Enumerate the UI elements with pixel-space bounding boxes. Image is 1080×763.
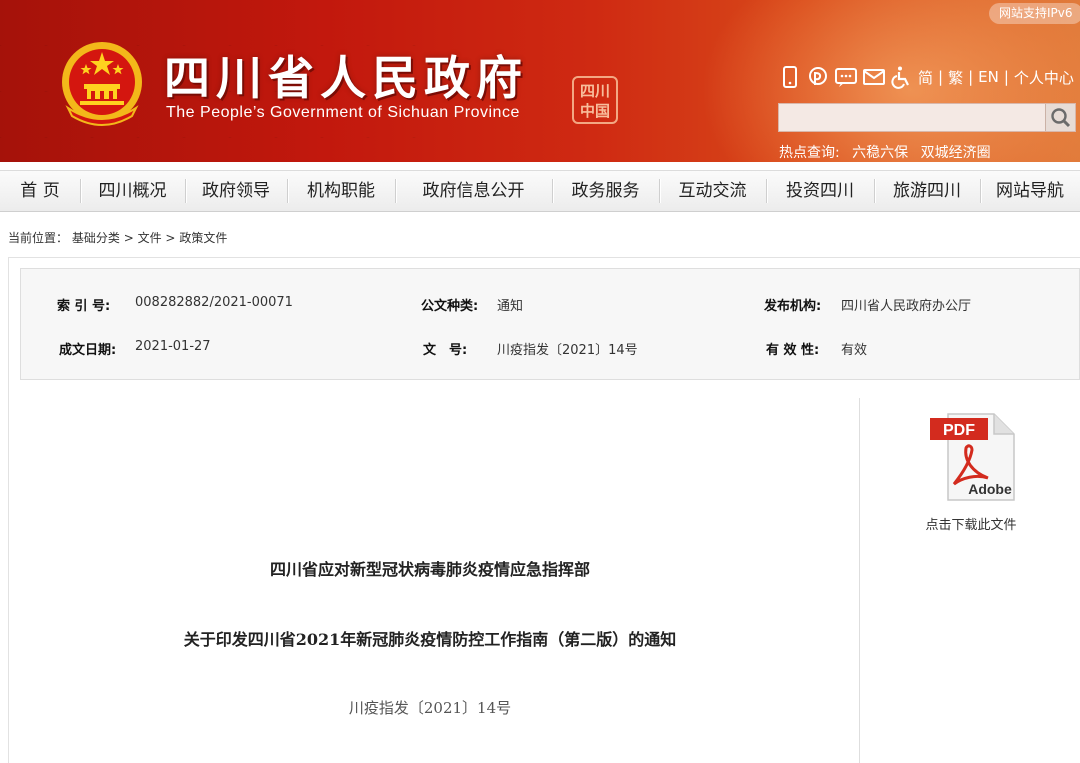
- personal-center-link[interactable]: 个人中心: [1014, 67, 1074, 88]
- main-nav: 首 页 四川概况 政府领导 机构职能 政府信息公开 政务服务 互动交流 投资四川…: [0, 170, 1080, 212]
- meta-issuer-value: 四川省人民政府办公厅: [841, 299, 972, 314]
- mail-icon[interactable]: [862, 65, 886, 89]
- accessibility-icon[interactable]: [890, 65, 914, 89]
- breadcrumb-separator: >: [123, 231, 134, 245]
- nav-item-services[interactable]: 政务服务: [552, 170, 659, 212]
- meta-issuer-label: 发布机构:: [764, 299, 822, 314]
- column-divider: [859, 398, 860, 763]
- wechat-icon[interactable]: [834, 65, 858, 89]
- meta-type-value: 通知: [497, 299, 524, 314]
- adobe-brand-text: Adobe: [968, 481, 1012, 497]
- site-title-en: The People’s Government of Sichuan Provi…: [166, 104, 520, 121]
- separator: |: [938, 68, 944, 86]
- weibo-icon[interactable]: [806, 65, 830, 89]
- search-input[interactable]: [779, 104, 1047, 131]
- breadcrumb-item[interactable]: 文件: [138, 231, 162, 245]
- breadcrumb-separator: >: [165, 231, 176, 245]
- lang-traditional-link[interactable]: 繁: [948, 67, 963, 88]
- document-number: 川疫指发〔2021〕14号: [348, 699, 512, 717]
- search-icon: [1051, 108, 1071, 128]
- site-title-cn: 四川省人民政府: [164, 51, 528, 105]
- site-header: 四川省人民政府 The People’s Government of Sichu…: [0, 0, 1080, 162]
- nav-item-tourism[interactable]: 旅游四川: [874, 170, 980, 212]
- meta-validity-label: 有 效 性:: [766, 343, 820, 358]
- meta-docno-label: 文 号:: [423, 343, 468, 358]
- separator: |: [968, 68, 974, 86]
- lang-simplified-link[interactable]: 简: [918, 67, 933, 88]
- search-box: [778, 103, 1076, 132]
- lang-en-link[interactable]: EN: [978, 68, 999, 86]
- nav-item-sitemap[interactable]: 网站导航: [980, 170, 1080, 212]
- nav-item-functions[interactable]: 机构职能: [287, 170, 395, 212]
- breadcrumb-item[interactable]: 政策文件: [179, 231, 227, 245]
- nav-item-invest[interactable]: 投资四川: [766, 170, 874, 212]
- document-meta-table: 索 引 号: 008282882/2021-00071 公文种类: 通知 发布机…: [20, 268, 1080, 380]
- hot-search: 热点查询: 六稳六保 双城经济圈: [779, 142, 999, 162]
- breadcrumb: 当前位置： 基础分类 > 文件 > 政策文件: [8, 229, 227, 246]
- ipv6-badge: 网站支持IPv6: [989, 3, 1080, 24]
- breadcrumb-item[interactable]: 基础分类: [72, 231, 120, 245]
- mobile-icon[interactable]: [778, 65, 802, 89]
- hot-link[interactable]: 六稳六保: [852, 145, 908, 161]
- meta-validity-value: 有效: [841, 343, 868, 358]
- separator: |: [1003, 68, 1009, 86]
- nav-item-interaction[interactable]: 互动交流: [659, 170, 766, 212]
- nav-item-home[interactable]: 首 页: [0, 170, 80, 212]
- seal-stamp: 四川 中国: [572, 76, 618, 124]
- national-emblem-icon: [58, 38, 146, 130]
- nav-item-overview[interactable]: 四川概况: [80, 170, 185, 212]
- pdf-badge-text: PDF: [943, 422, 975, 439]
- nav-item-leaders[interactable]: 政府领导: [185, 170, 287, 212]
- meta-date-label: 成文日期:: [59, 343, 117, 358]
- meta-type-label: 公文种类:: [421, 299, 479, 314]
- pdf-download-link[interactable]: 点击下载此文件: [900, 514, 1042, 533]
- meta-index-value: 008282882/2021-00071: [135, 295, 293, 310]
- pdf-download-icon[interactable]: PDF Adobe: [928, 412, 1016, 502]
- breadcrumb-prefix: 当前位置：: [8, 231, 69, 245]
- meta-date-value: 2021-01-27: [135, 339, 211, 354]
- hot-link[interactable]: 双城经济圈: [921, 145, 991, 161]
- header-tools: 简 | 繁 | EN | 个人中心: [778, 64, 1074, 90]
- meta-docno-value: 川疫指发〔2021〕14号: [497, 343, 638, 358]
- nav-item-info-disclosure[interactable]: 政府信息公开: [395, 170, 552, 212]
- document-title: 关于印发四川省2021年新冠肺炎疫情防控工作指南（第二版）的通知: [183, 630, 677, 649]
- search-button[interactable]: [1045, 104, 1075, 131]
- document-organization: 四川省应对新型冠状病毒肺炎疫情应急指挥部: [269, 560, 590, 579]
- hot-search-label: 热点查询:: [779, 145, 840, 161]
- meta-index-label: 索 引 号:: [57, 299, 111, 314]
